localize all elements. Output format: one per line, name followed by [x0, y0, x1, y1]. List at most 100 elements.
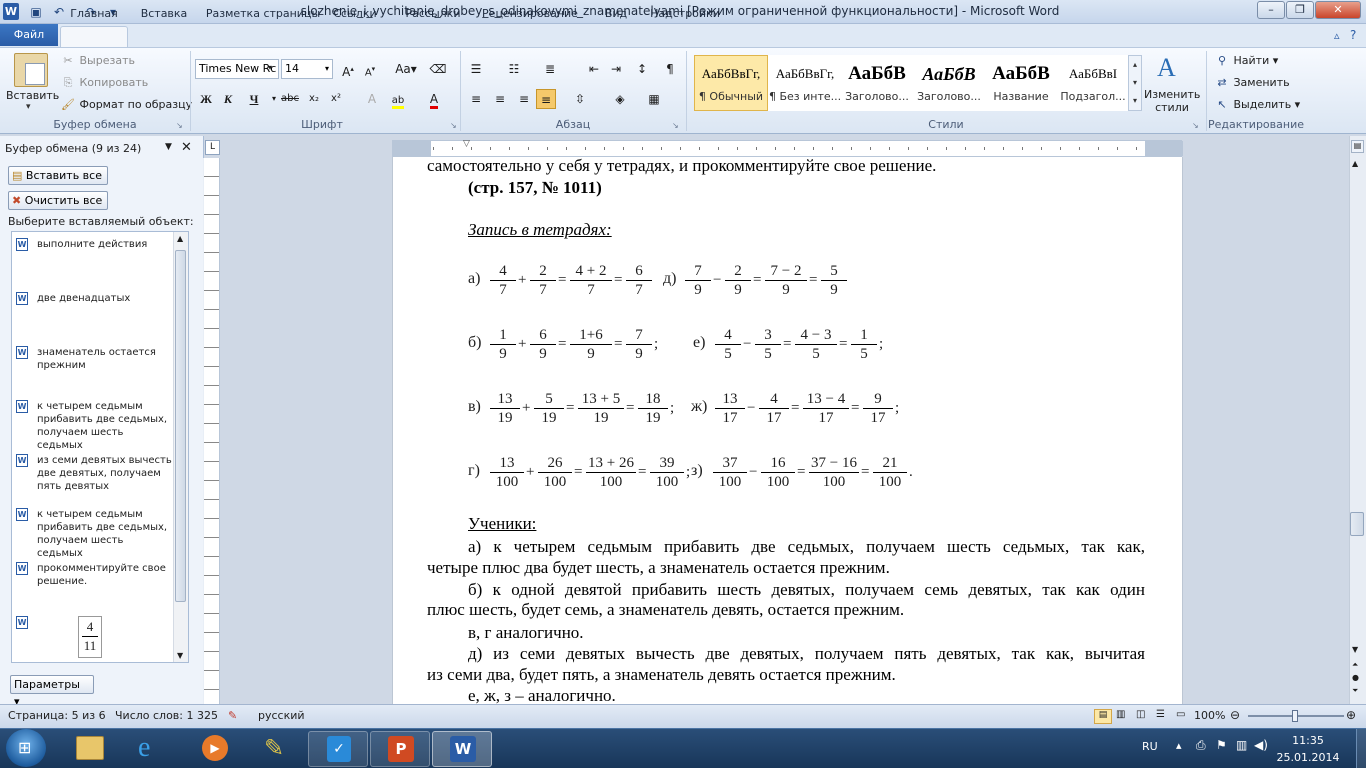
sort-icon[interactable]: ↕ [632, 59, 652, 79]
proofing-icon[interactable]: ✎ [228, 709, 237, 722]
grow-font-icon[interactable]: A▴ [338, 59, 358, 79]
list-item[interactable]: W 4 11 [12, 616, 174, 660]
style-heading1[interactable]: АаБбВ Заголово... [840, 55, 914, 111]
replace-button[interactable]: ⇄ Заменить [1214, 75, 1289, 91]
highlight-icon[interactable]: ab [388, 89, 408, 109]
taskbar-media[interactable]: ▶ [184, 731, 244, 767]
increase-indent-icon[interactable]: ⇥ [606, 59, 626, 79]
close-button[interactable]: ✕ [1315, 1, 1361, 19]
change-case-icon[interactable]: Aa▾ [392, 59, 420, 79]
cut-button[interactable]: ✂ Вырезать [60, 53, 135, 69]
paste-dropdown-icon[interactable]: ▾ [26, 102, 31, 112]
document-scroll-thumb[interactable] [1350, 512, 1364, 536]
font-dropdown-icon[interactable]: ▾ [268, 63, 272, 72]
zoom-out-icon[interactable]: ⊖ [1230, 708, 1240, 722]
select-button[interactable]: ↖ Выделить ▾ [1214, 97, 1300, 113]
paste-icon[interactable] [14, 53, 48, 87]
font-size-combo[interactable]: 14 ▾ [281, 59, 333, 79]
scroll-down-icon[interactable]: ▼ [1352, 645, 1358, 654]
save-icon[interactable]: ▣ [27, 3, 45, 21]
font-name-combo[interactable]: Times New Rc [195, 59, 279, 79]
prev-page-icon[interactable]: ⏶ [1352, 660, 1358, 670]
align-left-icon[interactable]: ≡ [466, 89, 486, 109]
clock-date[interactable]: 25.01.2014 [1274, 751, 1342, 764]
style-no-spacing[interactable]: АаБбВвГг, ¶ Без инте... [768, 55, 842, 111]
clipboard-items-list[interactable]: Wвыполните действия Wдве двенадцатых Wзн… [11, 231, 189, 663]
zoom-in-icon[interactable]: ⊕ [1346, 708, 1356, 722]
pane-close-icon[interactable]: ✕ [181, 140, 192, 155]
help-icon[interactable]: ? [1350, 28, 1356, 42]
borders-icon[interactable]: ▦ [644, 89, 664, 109]
line-spacing-icon[interactable]: ⇳ [570, 89, 590, 109]
print-layout-icon[interactable]: ▤ [1094, 709, 1112, 724]
style-title[interactable]: АаБбВ Название [984, 55, 1058, 111]
options-button[interactable]: Параметры ▾ [10, 675, 94, 708]
numbering-icon[interactable]: ☷ [504, 59, 524, 79]
strikethrough-icon[interactable]: abc [278, 89, 302, 109]
pane-options-icon[interactable]: ▼ [165, 142, 172, 152]
word-count[interactable]: Число слов: 1 325 [115, 709, 218, 722]
full-screen-reading-icon[interactable]: ▥ [1116, 709, 1125, 720]
browse-object-icon[interactable]: ● [1352, 673, 1359, 682]
text-effects-icon[interactable]: A [362, 89, 382, 109]
tab-home[interactable]: Главная [60, 4, 128, 24]
next-page-icon[interactable]: ⏷ [1352, 686, 1358, 696]
page-indicator[interactable]: Страница: 5 из 6 [8, 709, 106, 722]
clear-all-button[interactable]: ✖ Очистить все [8, 191, 109, 210]
tab-file[interactable]: Файл [0, 24, 58, 46]
indent-marker-icon[interactable]: ▽ [463, 139, 470, 149]
start-button[interactable]: ⊞ [6, 729, 46, 767]
shrink-font-icon[interactable]: A▾ [360, 59, 380, 79]
paste-button[interactable]: Вставить [6, 88, 59, 104]
tab-mailings[interactable]: Рассылки [398, 4, 468, 24]
ruler-toggle-icon[interactable]: ▤ [1351, 140, 1364, 153]
tab-insert[interactable]: Вставка [136, 4, 192, 24]
tray-flag-icon[interactable]: ⚑ [1216, 738, 1227, 752]
taskbar-explorer[interactable] [60, 731, 120, 767]
style-subtitle[interactable]: АаБбВвІ Подзагол... [1056, 55, 1130, 111]
taskbar-tool[interactable]: ✎ [246, 731, 306, 767]
tray-network-icon[interactable]: ▥ [1236, 738, 1247, 752]
copy-button[interactable]: ⎘ Копировать [60, 75, 149, 91]
style-heading2[interactable]: АаБбВ Заголово... [912, 55, 986, 111]
outline-icon[interactable]: ☰ [1156, 709, 1165, 720]
taskbar-ie[interactable]: e [122, 731, 182, 767]
subscript-icon[interactable]: x₂ [304, 89, 324, 109]
minimize-button[interactable]: – [1257, 1, 1285, 19]
bold-icon[interactable]: Ж [196, 89, 216, 109]
tab-review[interactable]: Рецензирование [480, 4, 580, 24]
input-language[interactable]: RU [1142, 740, 1158, 753]
show-marks-icon[interactable]: ¶ [660, 59, 680, 79]
scroll-up-icon[interactable]: ▲ [1352, 159, 1358, 168]
align-center-icon[interactable]: ≡ [490, 89, 510, 109]
tray-expand-icon[interactable]: ▴ [1176, 739, 1182, 752]
font-color-icon[interactable]: A [424, 89, 444, 109]
maximize-button[interactable]: ❐ [1286, 1, 1314, 19]
document-page[interactable]: самостоятельно у себя у тетрадях, и прок… [392, 157, 1183, 704]
clipboard-scroll-thumb[interactable] [175, 250, 186, 602]
scroll-down-icon[interactable]: ▼ [177, 651, 183, 660]
style-normal[interactable]: АаБбВвГг, ¶ Обычный [694, 55, 768, 111]
styles-gallery-scroll[interactable]: ▴ ▾ ▾ [1128, 55, 1142, 111]
format-painter-button[interactable]: 🖌 Формат по образцу [60, 97, 192, 113]
taskbar-word[interactable]: W [432, 731, 492, 767]
decrease-indent-icon[interactable]: ⇤ [584, 59, 604, 79]
shading-icon[interactable]: ◈ [610, 89, 630, 109]
show-desktop-button[interactable] [1356, 729, 1366, 768]
minimize-ribbon-icon[interactable]: ▵ [1334, 29, 1340, 42]
taskbar-journal[interactable]: ✓ [308, 731, 368, 767]
justify-icon[interactable]: ≡ [536, 89, 556, 109]
web-layout-icon[interactable]: ◫ [1136, 709, 1145, 720]
multilevel-list-icon[interactable]: ≣ [540, 59, 560, 79]
styles-launcher-icon[interactable]: ↘ [1192, 121, 1199, 130]
change-styles-icon[interactable]: A [1157, 53, 1176, 83]
align-right-icon[interactable]: ≡ [514, 89, 534, 109]
tab-view[interactable]: Вид [598, 4, 634, 24]
tray-volume-icon[interactable]: ◀) [1254, 738, 1268, 752]
tab-references[interactable]: Ссылки [332, 4, 378, 24]
bullets-icon[interactable]: ☰ [466, 59, 486, 79]
tab-page-layout[interactable]: Разметка страницы [204, 4, 322, 24]
tab-addins[interactable]: Надстройки [646, 4, 724, 24]
draft-icon[interactable]: ▭ [1176, 709, 1185, 720]
document-scrollbar[interactable] [1349, 136, 1366, 704]
